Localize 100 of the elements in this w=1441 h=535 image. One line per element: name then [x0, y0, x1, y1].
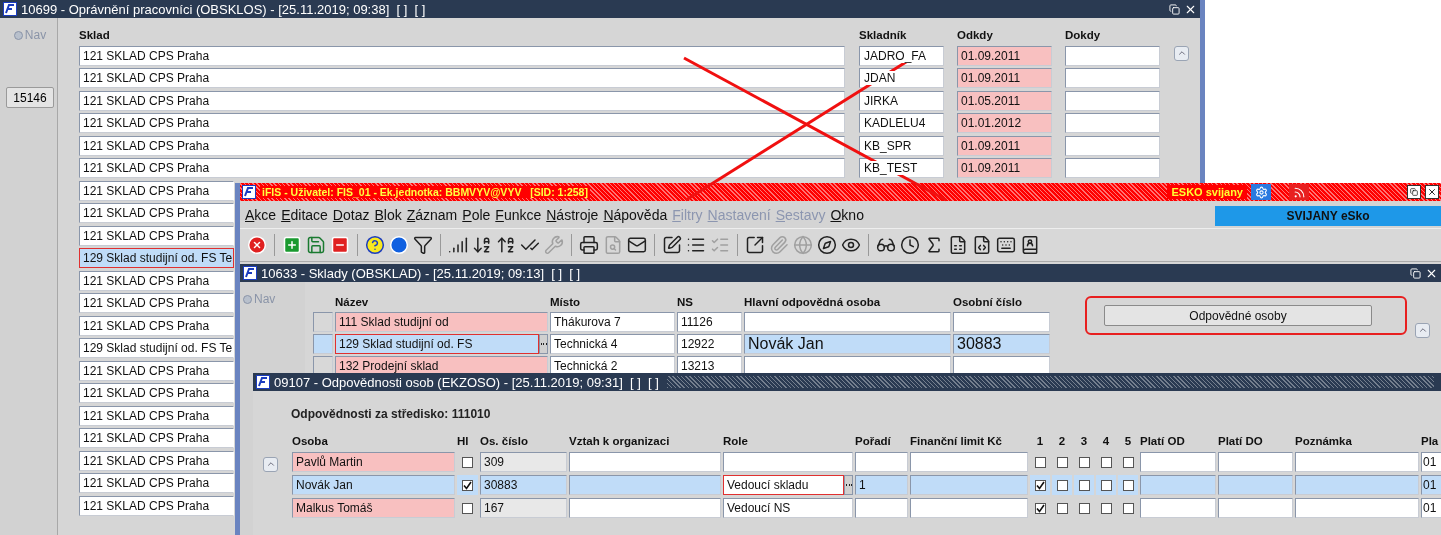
date-to-field[interactable]: [1065, 113, 1160, 133]
store-name-field[interactable]: 111 Sklad studijní od: [335, 312, 548, 332]
book-user-icon[interactable]: [1020, 235, 1040, 255]
store-field[interactable]: 129 Sklad studijní od. FS Te: [79, 338, 234, 358]
valid-from-field[interactable]: [1140, 475, 1216, 495]
store-field[interactable]: 121 SKLAD CPS Praha: [79, 360, 234, 381]
storekeeper-field[interactable]: KB_SPR: [859, 135, 944, 156]
person-field[interactable]: [744, 356, 951, 376]
signal-bars-icon[interactable]: [448, 235, 468, 255]
store-field[interactable]: 121 SKLAD CPS Praha: [79, 495, 234, 516]
store-field[interactable]: 121 SKLAD CPS Praha: [79, 180, 234, 201]
lookup-button[interactable]: [539, 334, 548, 354]
checkbox[interactable]: [462, 456, 473, 468]
role-field[interactable]: [723, 452, 853, 472]
person-field[interactable]: Novák Jan: [744, 334, 951, 354]
personal-number-field[interactable]: 309: [480, 452, 567, 472]
date-from-field[interactable]: 01.09.2011: [957, 135, 1052, 156]
date-to-field[interactable]: [1065, 45, 1160, 66]
store-field[interactable]: 121 SKLAD CPS Praha: [79, 90, 845, 111]
responsible-persons-button[interactable]: Odpovědné osoby: [1104, 305, 1372, 326]
note-field[interactable]: [1295, 475, 1419, 495]
menu-item[interactable]: Záznam: [406, 206, 458, 223]
store-field[interactable]: 121 SKLAD CPS Praha: [79, 225, 234, 246]
menu-item[interactable]: Editace: [281, 206, 328, 223]
personal-number-field[interactable]: 30883: [480, 475, 567, 495]
storekeeper-field[interactable]: KB_TEST: [859, 158, 944, 178]
checkbox[interactable]: [1078, 502, 1090, 514]
external-link-icon[interactable]: [745, 235, 765, 255]
help-icon[interactable]: [365, 235, 385, 255]
store-field[interactable]: 121 SKLAD CPS Praha: [79, 473, 234, 493]
checkbox[interactable]: [1056, 479, 1068, 491]
menu-item[interactable]: Pole: [462, 206, 491, 223]
store-field[interactable]: 121 SKLAD CPS Praha: [79, 450, 234, 471]
order-field[interactable]: [855, 452, 908, 472]
table-cell[interactable]: 01: [1421, 475, 1441, 495]
list-icon[interactable]: [686, 235, 706, 255]
menu-item[interactable]: Okno: [830, 206, 864, 223]
valid-to-field[interactable]: [1218, 452, 1293, 472]
restore-icon[interactable]: [1169, 3, 1180, 15]
store-field[interactable]: 121 SKLAD CPS Praha: [79, 270, 234, 291]
checkbox[interactable]: [1078, 456, 1090, 468]
table-cell[interactable]: 01: [1421, 452, 1441, 472]
clock-icon[interactable]: [900, 235, 920, 255]
storekeeper-field[interactable]: JIRKA: [859, 90, 944, 111]
store-field[interactable]: 121 SKLAD CPS Praha: [79, 293, 234, 313]
date-to-field[interactable]: [1065, 68, 1160, 88]
record-number-button[interactable]: 15146: [6, 87, 54, 108]
store-field[interactable]: 121 SKLAD CPS Praha: [79, 158, 845, 178]
date-to-field[interactable]: [1065, 90, 1160, 111]
code-file-icon[interactable]: [972, 235, 992, 255]
row-marker[interactable]: [313, 312, 333, 332]
person-field[interactable]: [744, 312, 951, 332]
limit-field[interactable]: [910, 475, 1028, 495]
date-from-field[interactable]: 01.05.2011: [957, 90, 1052, 111]
minus-icon[interactable]: [330, 235, 350, 255]
location-field[interactable]: Technická 2: [550, 356, 675, 376]
store-field[interactable]: 121 SKLAD CPS Praha: [79, 135, 845, 156]
store-field[interactable]: 129 Sklad studijní od. FS Te: [79, 248, 234, 268]
storekeeper-field[interactable]: JDAN: [859, 68, 944, 88]
restore-icon[interactable]: [1407, 185, 1421, 199]
relation-field[interactable]: [569, 498, 721, 518]
edit-icon[interactable]: [662, 235, 682, 255]
store-field[interactable]: 121 SKLAD CPS Praha: [79, 405, 234, 426]
checkbox[interactable]: [1122, 456, 1134, 468]
note-field[interactable]: [1295, 452, 1419, 472]
row-marker[interactable]: [313, 356, 333, 376]
sort-up-icon[interactable]: [496, 235, 516, 255]
personal-number-field[interactable]: 167: [480, 498, 567, 518]
store-field[interactable]: 121 SKLAD CPS Praha: [79, 45, 845, 66]
person-field[interactable]: Novák Jan: [292, 475, 455, 495]
menu-item[interactable]: Nápověda: [603, 206, 668, 223]
personal-number-field[interactable]: 30883: [953, 334, 1050, 354]
checkbox[interactable]: [1100, 456, 1112, 468]
checkbox[interactable]: [1034, 456, 1046, 468]
close-circle-icon[interactable]: [247, 235, 267, 255]
plus-icon[interactable]: [282, 235, 302, 255]
date-from-field[interactable]: 01.09.2011: [957, 158, 1052, 178]
compass-icon[interactable]: [817, 235, 837, 255]
limit-field[interactable]: [910, 452, 1028, 472]
location-field[interactable]: Technická 4: [550, 334, 675, 354]
role-field[interactable]: Vedoucí skladu: [723, 475, 844, 495]
menu-item[interactable]: Blok: [374, 206, 402, 223]
date-from-field[interactable]: 01.09.2011: [957, 45, 1052, 66]
role-field[interactable]: Vedoucí NS: [723, 498, 853, 518]
store-field[interactable]: 121 SKLAD CPS Praha: [79, 315, 234, 336]
sort-down-icon[interactable]: [472, 235, 492, 255]
settings-icon[interactable]: [1251, 184, 1271, 200]
lookup-button[interactable]: [844, 475, 853, 495]
spreadsheet-icon[interactable]: [948, 235, 968, 255]
checkbox[interactable]: [1122, 502, 1134, 514]
eye-icon[interactable]: [841, 235, 861, 255]
valid-to-field[interactable]: [1218, 498, 1293, 518]
cost-center-field[interactable]: 12922: [677, 334, 742, 354]
mail-icon[interactable]: [627, 235, 647, 255]
location-field[interactable]: Thákurova 7: [550, 312, 675, 332]
menu-item[interactable]: Dotaz: [332, 206, 370, 223]
store-name-field[interactable]: 129 Sklad studijní od. FS: [335, 334, 539, 354]
note-field[interactable]: [1295, 498, 1419, 518]
checkbox[interactable]: [1034, 479, 1046, 491]
order-field[interactable]: [855, 498, 908, 518]
